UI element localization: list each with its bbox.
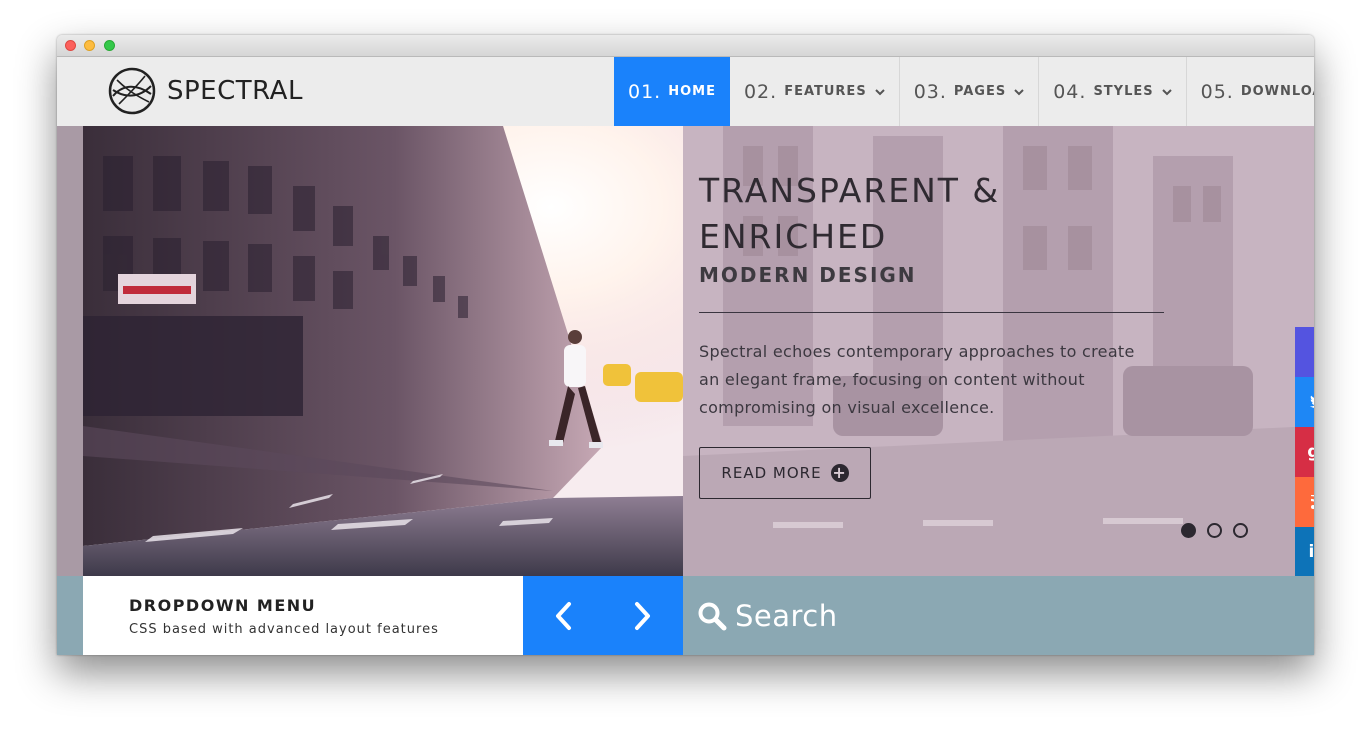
- plus-circle-icon: +: [830, 463, 849, 482]
- nav-item-styles[interactable]: 04. STYLES: [1039, 57, 1187, 126]
- google-plus-button[interactable]: g+: [1295, 427, 1314, 477]
- hero-subtitle: MODERN DESIGN: [699, 263, 917, 287]
- chevron-right-icon: [635, 601, 650, 630]
- nav-number: 05.: [1200, 80, 1234, 103]
- read-more-label: READ MORE: [721, 464, 822, 482]
- main-nav: 01. HOME 02. FEATURES 03. PAGES 04. STYL…: [614, 57, 1314, 126]
- twitter-button[interactable]: [1295, 377, 1314, 427]
- minimize-window-button[interactable]: [84, 40, 95, 51]
- previous-slide-button[interactable]: [533, 576, 593, 655]
- caption-title: DROPDOWN MENU: [129, 596, 317, 615]
- nav-number: 01.: [628, 80, 662, 103]
- nav-item-download[interactable]: 05. DOWNLOAD: [1187, 57, 1314, 126]
- hero-title-line: TRANSPARENT &: [699, 171, 1001, 210]
- search-placeholder: Search: [735, 598, 838, 633]
- nav-item-features[interactable]: 02. FEATURES: [730, 57, 900, 126]
- search-icon: [698, 602, 727, 630]
- hero-title-line: ENRICHED: [699, 217, 888, 256]
- google-plus-icon: g+: [1307, 442, 1314, 462]
- search-field[interactable]: Search: [683, 576, 1314, 655]
- nav-number: 03.: [913, 80, 947, 103]
- hero-description: Spectral echoes contemporary approaches …: [699, 342, 1135, 417]
- bottom-bar: DROPDOWN MENU CSS based with advanced la…: [57, 576, 1314, 655]
- slide-caption-box: DROPDOWN MENU CSS based with advanced la…: [83, 576, 523, 655]
- caption-subtitle: CSS based with advanced layout features: [129, 622, 439, 637]
- browser-window: SPECTRAL 01. HOME 02. FEATURES 03. PAGES…: [57, 35, 1314, 655]
- next-slide-button[interactable]: [613, 576, 673, 655]
- chevron-down-icon: [1161, 88, 1172, 95]
- nav-label: STYLES: [1093, 84, 1154, 99]
- title-bar: [57, 35, 1314, 57]
- hero-divider: [699, 312, 1164, 313]
- nav-number: 04.: [1053, 80, 1087, 103]
- zoom-window-button[interactable]: [104, 40, 115, 51]
- facebook-button[interactable]: f: [1295, 327, 1314, 377]
- chevron-down-icon: [874, 88, 885, 95]
- hero-street-photo: [83, 126, 683, 576]
- read-more-button[interactable]: READ MORE +: [699, 447, 871, 499]
- hero-slider: TRANSPARENT & ENRICHED MODERN DESIGN Spe…: [83, 126, 1314, 576]
- linkedin-icon: in: [1308, 542, 1314, 562]
- chevron-down-icon: [1014, 88, 1024, 95]
- nav-label: DOWNLOAD: [1240, 84, 1314, 99]
- slide-dot-1[interactable]: [1181, 523, 1196, 538]
- brand-logo[interactable]: SPECTRAL: [107, 65, 303, 117]
- close-window-button[interactable]: [65, 40, 76, 51]
- nav-label: HOME: [668, 84, 716, 99]
- twitter-icon: [1309, 395, 1314, 408]
- slider-arrows: [523, 576, 683, 655]
- nav-label: PAGES: [953, 84, 1007, 99]
- rss-icon: [1310, 495, 1314, 509]
- site-header: SPECTRAL 01. HOME 02. FEATURES 03. PAGES…: [57, 57, 1314, 126]
- hero-title: TRANSPARENT & ENRICHED: [699, 168, 1119, 260]
- nav-item-pages[interactable]: 03. PAGES: [900, 57, 1040, 126]
- nav-number: 02.: [743, 80, 778, 103]
- slider-pagination: [1181, 523, 1259, 538]
- slider-edge: [57, 126, 83, 576]
- linkedin-button[interactable]: in: [1295, 527, 1314, 576]
- slide-dot-3[interactable]: [1233, 523, 1248, 538]
- brand-name: SPECTRAL: [167, 76, 303, 106]
- nav-item-home[interactable]: 01. HOME: [614, 57, 730, 126]
- street-scene-image: [83, 126, 683, 576]
- slide-dot-2[interactable]: [1207, 523, 1222, 538]
- social-sidebar: f g+ in: [1295, 327, 1314, 576]
- rss-button[interactable]: [1295, 477, 1314, 527]
- chevron-left-icon: [556, 601, 571, 630]
- nav-label: FEATURES: [784, 84, 867, 99]
- spectral-logo-icon: [108, 67, 156, 115]
